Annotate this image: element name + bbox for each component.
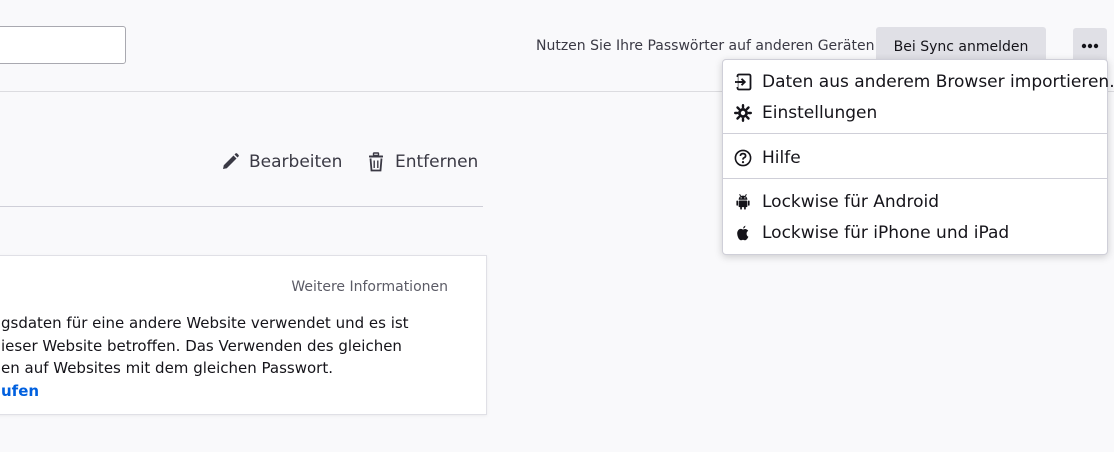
gear-icon xyxy=(734,104,752,122)
menu-item-import[interactable]: Daten aus anderem Browser importieren... xyxy=(723,67,1114,97)
menu-item-label: Daten aus anderem Browser importieren... xyxy=(762,72,1114,92)
info-text-line: gsdaten für eine andere Website verwende… xyxy=(1,314,409,332)
menu-separator xyxy=(723,133,1107,134)
android-icon xyxy=(734,193,752,211)
login-action-bar: Bearbeiten Entfernen xyxy=(0,140,483,207)
sync-promo-text: Nutzen Sie Ihre Passwörter auf anderen G… xyxy=(536,38,875,54)
help-icon xyxy=(734,149,752,167)
apple-icon xyxy=(734,224,752,242)
breach-info-card: Weitere Informationen gsdaten für eine a… xyxy=(0,255,487,415)
import-icon xyxy=(734,73,752,91)
edit-label: Bearbeiten xyxy=(249,152,343,172)
menu-item-label: Lockwise für iPhone und iPad xyxy=(762,223,1010,243)
menu-item-label: Lockwise für Android xyxy=(762,192,939,212)
menu-item-help[interactable]: Hilfe xyxy=(723,143,1107,173)
more-horizontal-icon xyxy=(1081,43,1099,49)
edit-button[interactable]: Bearbeiten xyxy=(220,152,342,172)
menu-separator xyxy=(723,178,1107,179)
menu-item-label: Hilfe xyxy=(762,148,801,168)
change-password-link[interactable]: ufen xyxy=(1,382,39,400)
info-text-line: en auf Websites mit dem gleichen Passwor… xyxy=(1,359,333,377)
overflow-menu: Daten aus anderem Browser importieren... xyxy=(722,59,1114,255)
menu-item-settings[interactable]: Einstellungen xyxy=(723,98,1107,128)
search-input[interactable] xyxy=(0,26,126,64)
menu-item-label: Einstellungen xyxy=(762,103,878,123)
more-info-link[interactable]: Weitere Informationen xyxy=(291,279,448,295)
pencil-icon xyxy=(220,152,240,172)
menu-item-lockwise-ios[interactable]: Lockwise für iPhone und iPad xyxy=(723,218,1107,248)
remove-label: Entfernen xyxy=(395,152,479,172)
menu-item-lockwise-android[interactable]: Lockwise für Android xyxy=(723,187,1107,217)
trash-icon xyxy=(366,152,386,172)
info-text-line: ieser Website betroffen. Das Verwenden d… xyxy=(1,337,402,355)
password-manager-page: Nutzen Sie Ihre Passwörter auf anderen G… xyxy=(0,0,1114,452)
remove-button[interactable]: Entfernen xyxy=(366,152,478,172)
